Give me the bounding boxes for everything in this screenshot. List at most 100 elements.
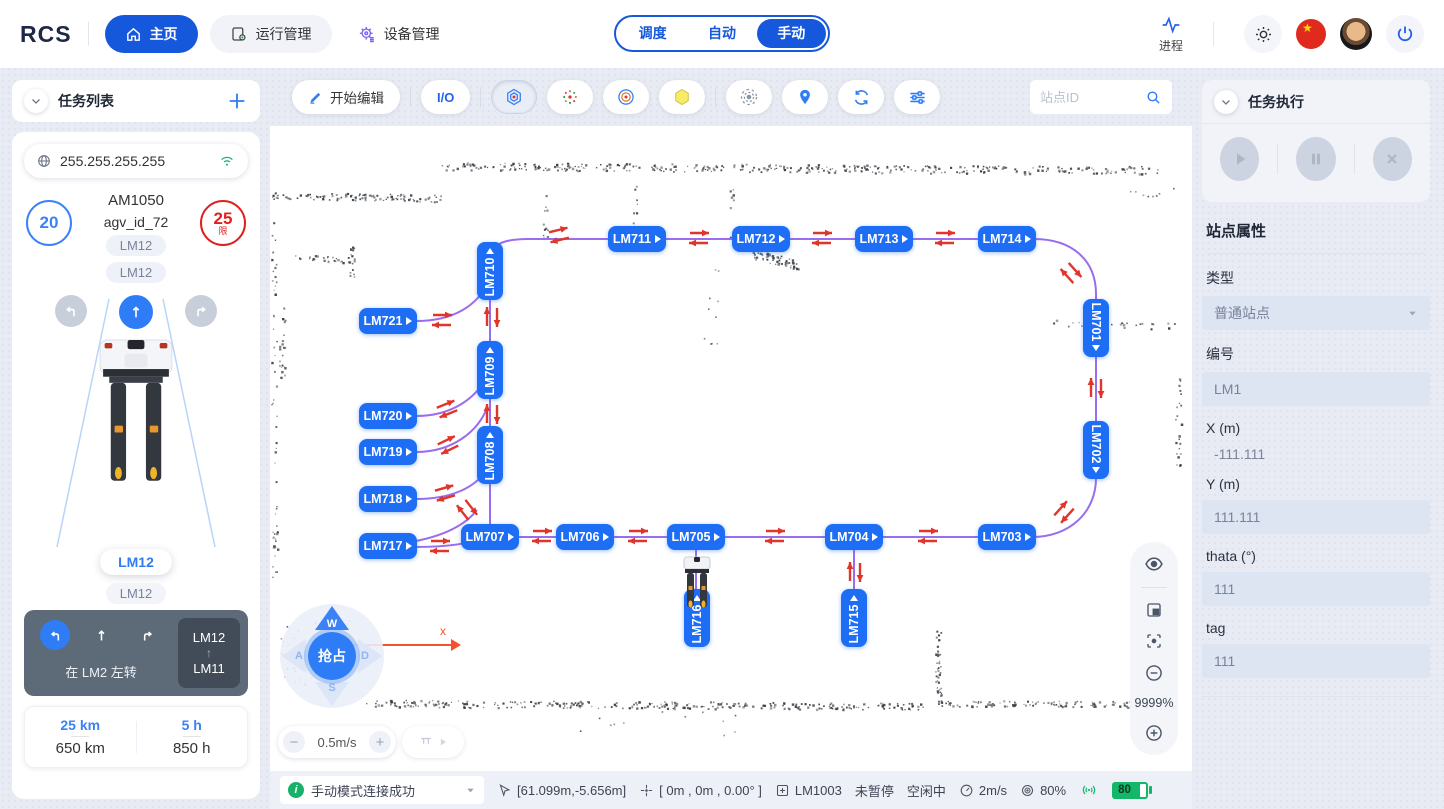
lidar-button[interactable]: [726, 80, 772, 114]
zoom-out-button[interactable]: [1144, 663, 1164, 683]
process-button[interactable]: 进程: [1159, 15, 1183, 54]
power-button[interactable]: [1386, 15, 1424, 53]
refresh-icon: [852, 88, 871, 107]
map-station-LM715[interactable]: LM715: [841, 589, 867, 647]
locate-target-icon: [1020, 783, 1035, 798]
start-edit-button[interactable]: 开始编辑: [292, 80, 400, 114]
nav-home[interactable]: 主页: [105, 15, 198, 53]
globe-icon: [36, 153, 52, 169]
task-cancel-button[interactable]: [1373, 137, 1412, 181]
type-label: 类型: [1206, 268, 1426, 288]
io-button[interactable]: I/O: [421, 80, 470, 114]
search-icon[interactable]: [1145, 89, 1162, 106]
idle-state: 空闲中: [907, 781, 946, 800]
map-canvas[interactable]: LM710 LM711 LM712 LM713 LM714 LM721 LM709 LM720…: [270, 126, 1192, 771]
speed-increase-button[interactable]: +: [369, 731, 391, 753]
fork-icon: [418, 735, 434, 749]
tab-auto[interactable]: 自动: [687, 19, 756, 48]
map-station-LM707[interactable]: LM707: [461, 524, 519, 550]
map-station-LM701[interactable]: LM701: [1083, 299, 1109, 357]
map-station-LM712[interactable]: LM712: [732, 226, 790, 252]
minimap-button[interactable]: [1145, 601, 1163, 619]
nav-devices-label: 设备管理: [384, 24, 440, 44]
collapse-task-exec-button[interactable]: [1214, 90, 1238, 114]
map-station-LM709[interactable]: LM709: [477, 341, 503, 399]
station-search-input[interactable]: [1040, 90, 1139, 105]
vehicle-stats: 25 km 650 km 5 h 850 h: [24, 706, 248, 768]
vehicle-model: AM1050: [108, 192, 164, 209]
filter-sliders-button[interactable]: [894, 80, 940, 114]
seize-control-button[interactable]: 抢占: [304, 628, 360, 684]
code-input[interactable]: LM1: [1202, 372, 1430, 406]
map-station-LM721[interactable]: LM721: [359, 308, 417, 334]
battery-indicator: 80: [1112, 782, 1148, 799]
fork-action-button[interactable]: [402, 726, 464, 758]
layer-stations-button[interactable]: [491, 80, 537, 114]
scatter-dots-icon: [560, 87, 580, 107]
type-select[interactable]: 普通站点: [1202, 296, 1430, 330]
map-station-LM705[interactable]: LM705: [667, 524, 725, 550]
center-focus-button[interactable]: [1145, 632, 1163, 650]
map-station-LM719[interactable]: LM719: [359, 439, 417, 465]
speed-decrease-button[interactable]: −: [283, 731, 305, 753]
map-pin-icon: [796, 88, 814, 106]
tab-dispatch[interactable]: 调度: [618, 19, 687, 48]
map-station-LM708[interactable]: LM708: [477, 426, 503, 484]
visibility-button[interactable]: [1144, 554, 1164, 574]
language-flag-button[interactable]: ★: [1296, 19, 1326, 49]
task-pause-button[interactable]: [1296, 137, 1335, 181]
zoom-in-button[interactable]: [1144, 723, 1164, 743]
station-arrow-icon: [1025, 235, 1031, 243]
go-straight-button[interactable]: [119, 295, 153, 329]
map-station-LM702[interactable]: LM702: [1083, 421, 1109, 479]
task-start-button[interactable]: [1220, 137, 1259, 181]
map-station-LM714[interactable]: LM714: [978, 226, 1036, 252]
turn-left-button[interactable]: [55, 295, 87, 327]
pointer-icon: [497, 783, 512, 798]
layer-target-button[interactable]: [603, 80, 649, 114]
layer-zone-button[interactable]: [659, 80, 705, 114]
tab-manual[interactable]: 手动: [757, 19, 826, 48]
theme-toggle[interactable]: [1244, 15, 1282, 53]
layer-pointcloud-button[interactable]: [547, 80, 593, 114]
refresh-button[interactable]: [838, 80, 884, 114]
map-station-LM710[interactable]: LM710: [477, 242, 503, 300]
back-station-pill: LM12: [106, 583, 167, 604]
radar-icon: [739, 87, 759, 107]
user-avatar[interactable]: [1340, 18, 1372, 50]
station-arrow-icon: [406, 448, 412, 456]
map-station-LM703[interactable]: LM703: [978, 524, 1036, 550]
collapse-task-list-button[interactable]: [24, 89, 48, 113]
map-station-LM704[interactable]: LM704: [825, 524, 883, 550]
station-arrow-icon: [406, 317, 412, 325]
status-message-select[interactable]: i 手动模式连接成功: [280, 776, 484, 804]
map-station-LM713[interactable]: LM713: [855, 226, 913, 252]
station-arrow-icon: [1025, 533, 1031, 541]
map-station-LM717[interactable]: LM717: [359, 533, 417, 559]
nav-devices[interactable]: 设备管理: [338, 15, 460, 53]
nav-operation-label: 运行管理: [256, 24, 312, 44]
map-station-LM720[interactable]: LM720: [359, 403, 417, 429]
speed-value: 0.5m/s: [317, 735, 356, 750]
map-station-LM711[interactable]: LM711: [608, 226, 666, 252]
task-exec-card: 任务执行: [1202, 80, 1430, 202]
vehicle-ip-row[interactable]: 255.255.255.255: [24, 144, 248, 178]
navigation-panel: 在 LM2 左转 LM12 ↑ LM11: [24, 610, 248, 696]
home-icon: [125, 26, 142, 43]
theta-input[interactable]: 111: [1202, 572, 1430, 606]
station-search: [1030, 80, 1172, 114]
add-task-button[interactable]: [226, 90, 248, 112]
hours-total: 850 h: [173, 740, 211, 757]
y-input[interactable]: 111.111: [1202, 500, 1430, 534]
status-message: 手动模式连接成功: [311, 781, 415, 800]
nav-operation[interactable]: 运行管理: [210, 15, 332, 53]
locate-pin-button[interactable]: [782, 80, 828, 114]
tag-input[interactable]: 111: [1202, 644, 1430, 678]
odometer-total: 650 km: [56, 740, 105, 757]
station-arrow-icon: [655, 235, 661, 243]
plus-square-icon: [775, 783, 790, 798]
map-station-LM706[interactable]: LM706: [556, 524, 614, 550]
map-robot-icon[interactable]: [683, 556, 711, 612]
turn-right-button[interactable]: [185, 295, 217, 327]
map-station-LM718[interactable]: LM718: [359, 486, 417, 512]
